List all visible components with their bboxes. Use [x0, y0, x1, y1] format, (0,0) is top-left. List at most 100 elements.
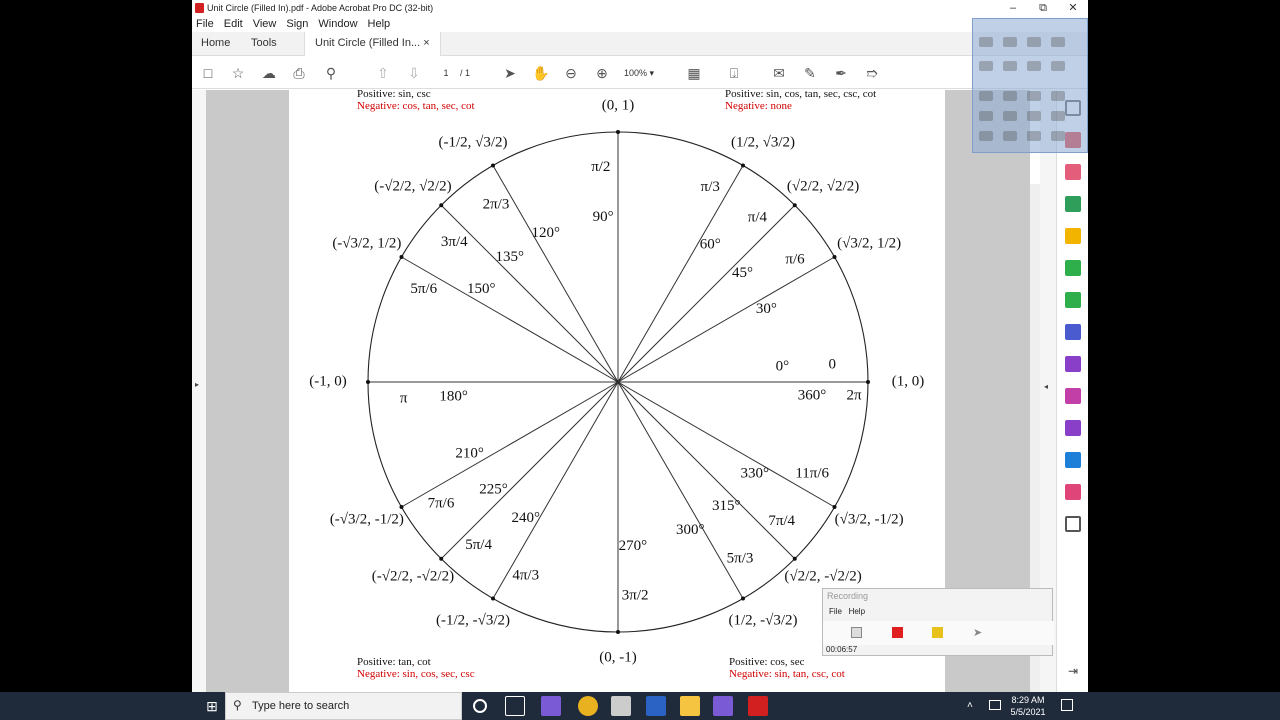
tray-chevron-icon[interactable]: ˄ [967, 700, 973, 711]
collapse-arrow-icon[interactable]: ◂ [1044, 382, 1048, 391]
acrobat-icon[interactable] [748, 696, 768, 716]
radian-label: 4π/3 [512, 568, 539, 584]
ws-tool-icon[interactable] [1051, 91, 1065, 101]
ws-tool-icon[interactable] [1003, 37, 1017, 47]
select-cursor-icon[interactable]: ➤ [501, 64, 519, 82]
play-icon[interactable]: ➤ [973, 626, 982, 639]
pause-record-icon[interactable] [932, 627, 943, 638]
ws-tool-icon[interactable] [1051, 131, 1065, 141]
comment-icon[interactable]: ✉ [770, 64, 788, 82]
taskbar-search-box[interactable]: ⚲ Type here to search [225, 692, 462, 720]
restore-button[interactable]: ⧉ [1028, 0, 1058, 16]
notifications-icon[interactable] [1061, 699, 1073, 711]
word-icon[interactable] [646, 696, 666, 716]
screen-annotation-toolbox[interactable] [972, 18, 1088, 153]
toolbar: □ ☆ ☁ ⎙ ⚲ ⇧ ⇩ 1 / 1 ➤ ✋ ⊖ ⊕ 100% ▾ ▦ ⍗ ✉… [192, 57, 1088, 89]
expand-pane-icon[interactable]: ⇥ [1065, 664, 1081, 680]
network-icon[interactable] [989, 700, 1001, 710]
ws-tool-icon[interactable] [1027, 37, 1041, 47]
more-tools-icon[interactable] [1065, 516, 1081, 532]
ws-tool-icon[interactable] [1027, 61, 1041, 71]
windows-start-icon[interactable]: ⊞ [202, 696, 222, 716]
chrome-icon[interactable] [578, 696, 598, 716]
send-for-signature-icon[interactable] [1065, 484, 1081, 500]
store-icon[interactable] [611, 696, 631, 716]
page-display-icon[interactable]: ▦ [685, 64, 703, 82]
page-number-input[interactable]: 1 [432, 65, 460, 81]
search-icon[interactable]: ⚲ [322, 64, 340, 82]
recording-menu-file[interactable]: File [829, 607, 842, 616]
minimize-button[interactable]: – [998, 0, 1028, 16]
recording-window: Recording File Help ➤ 00:06:57 [822, 588, 1054, 656]
ws-tool-icon[interactable] [979, 37, 993, 47]
ws-recorder-icon[interactable] [713, 696, 733, 716]
coordinate-label: (1/2, -√3/2) [728, 612, 797, 628]
tools-pane: ⇥ [1056, 90, 1088, 692]
scroll-mode-icon[interactable]: ⍗ [725, 64, 743, 82]
pause-icon[interactable] [851, 627, 862, 638]
ws-tool-icon[interactable] [1051, 111, 1065, 121]
prepare-form-icon[interactable] [1065, 388, 1081, 404]
edit-pdf-icon[interactable] [1065, 164, 1081, 180]
menu-file[interactable]: File [196, 18, 214, 30]
taskbar-clock[interactable]: 8:29 AM 5/5/2021 [1010, 694, 1046, 718]
upload-cloud-icon[interactable]: ☁ [260, 64, 278, 82]
degree-label: 180° [439, 388, 468, 404]
left-panel-toggle[interactable]: ▸ [192, 90, 206, 692]
sign-icon[interactable]: ✒ [832, 64, 850, 82]
menu-view[interactable]: View [253, 18, 277, 30]
ws-tool-icon[interactable] [1003, 131, 1017, 141]
organize-pages-icon[interactable] [1065, 292, 1081, 308]
highlight-pen-icon[interactable]: ✎ [801, 64, 819, 82]
tab-close-icon[interactable]: × [423, 37, 429, 49]
zoom-out-icon[interactable]: ⊖ [562, 64, 580, 82]
hand-tool-icon[interactable]: ✋ [532, 64, 550, 82]
windows-taskbar: ⊞ ⚲ Type here to search ˄ 8:29 AM 5/5/20… [0, 692, 1280, 720]
ws-tool-icon[interactable] [1027, 131, 1041, 141]
ws-app-icon[interactable] [541, 696, 561, 716]
ws-tool-icon[interactable] [979, 111, 993, 121]
menu-sign[interactable]: Sign [286, 18, 308, 30]
ws-tool-icon[interactable] [1003, 61, 1017, 71]
combine-files-icon[interactable] [1065, 260, 1081, 276]
ws-tool-icon[interactable] [979, 131, 993, 141]
zoom-in-icon[interactable]: ⊕ [593, 64, 611, 82]
tab-document[interactable]: Unit Circle (Filled In... × [304, 32, 441, 56]
ws-tool-icon[interactable] [1003, 91, 1017, 101]
bookmark-star-icon[interactable]: ☆ [229, 64, 247, 82]
save-icon[interactable]: □ [199, 64, 217, 82]
ws-tool-icon[interactable] [1027, 91, 1041, 101]
recording-menu-help[interactable]: Help [849, 607, 865, 616]
tab-home[interactable]: Home [201, 32, 230, 56]
angle-ray [401, 381, 619, 508]
menu-window[interactable]: Window [318, 18, 357, 30]
zoom-level-select[interactable]: 100% ▾ [624, 65, 672, 81]
ws-tool-icon[interactable] [1051, 37, 1065, 47]
previous-page-icon[interactable]: ⇧ [374, 64, 392, 82]
ws-tool-icon[interactable] [1027, 111, 1041, 121]
share-icon[interactable] [1065, 452, 1081, 468]
file-explorer-icon[interactable] [680, 696, 700, 716]
menu-edit[interactable]: Edit [224, 18, 243, 30]
ws-tool-icon[interactable] [1003, 111, 1017, 121]
circle-point [866, 380, 870, 384]
comment-tool-icon[interactable] [1065, 228, 1081, 244]
protect-icon[interactable] [1065, 324, 1081, 340]
rich-media-icon[interactable] [1065, 420, 1081, 436]
export-pdf-icon[interactable] [1065, 196, 1081, 212]
print-icon[interactable]: ⎙ [290, 64, 308, 82]
expand-arrow-icon[interactable]: ▸ [195, 380, 199, 389]
fill-and-sign-icon[interactable] [1065, 356, 1081, 372]
next-page-icon[interactable]: ⇩ [405, 64, 423, 82]
ws-tool-icon[interactable] [979, 61, 993, 71]
cortana-icon[interactable] [473, 699, 487, 713]
stop-record-icon[interactable] [892, 627, 903, 638]
ws-tool-icon[interactable] [1051, 61, 1065, 71]
menu-help[interactable]: Help [368, 18, 391, 30]
circle-point [491, 163, 495, 168]
task-view-icon[interactable] [505, 696, 525, 716]
tab-tools[interactable]: Tools [251, 32, 277, 56]
fill-sign-icon[interactable]: ➱ [863, 64, 881, 82]
close-button[interactable]: ✕ [1058, 0, 1088, 16]
ws-tool-icon[interactable] [979, 91, 993, 101]
